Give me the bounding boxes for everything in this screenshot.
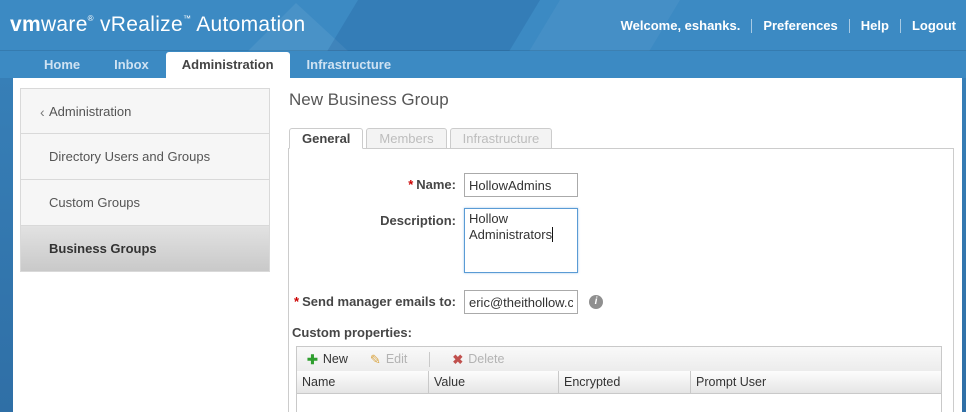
logo-suffix: Automation — [191, 13, 306, 36]
new-property-button[interactable]: ✚ New — [307, 352, 348, 366]
nav-tab-home[interactable]: Home — [27, 52, 97, 78]
sidebar-item-label: Directory Users and Groups — [49, 149, 211, 164]
page-title: New Business Group — [289, 90, 449, 109]
page-background: ‹ Administration Directory Users and Gro… — [0, 78, 966, 412]
welcome-text: Welcome, eshanks. — [620, 18, 741, 33]
sidebar-item-administration[interactable]: ‹ Administration — [20, 88, 270, 134]
custom-properties-table-body — [296, 394, 942, 412]
main-content: New Business Group General Members Infra… — [288, 78, 954, 412]
logo-ware: ware — [40, 13, 88, 36]
content-panel: ‹ Administration Directory Users and Gro… — [13, 78, 962, 412]
help-link[interactable]: Help — [861, 18, 889, 33]
column-header-value: Value — [429, 371, 559, 393]
link-separator — [899, 18, 901, 33]
registered-mark: ® — [87, 14, 94, 23]
text-caret — [552, 227, 553, 242]
sidebar-item-label: Custom Groups — [49, 195, 141, 210]
required-asterisk: * — [408, 177, 414, 192]
column-header-prompt-user: Prompt User — [696, 375, 767, 389]
logo-product: vRealize — [93, 13, 183, 36]
primary-nav: Home Inbox Administration Infrastructure — [27, 52, 408, 78]
edit-property-button[interactable]: ✎ Edit — [370, 352, 407, 366]
custom-properties-toolbar: ✚ New ✎ Edit ✖ Delete — [296, 346, 942, 372]
description-textarea[interactable]: Hollow Administrators — [464, 208, 578, 273]
name-label: * Name: — [408, 177, 456, 192]
tab-infrastructure[interactable]: Infrastructure — [449, 128, 553, 149]
logout-link[interactable]: Logout — [912, 18, 956, 33]
manager-emails-input[interactable] — [464, 290, 578, 314]
custom-properties-table-header: Name Value Encrypted Prompt User — [296, 371, 942, 394]
header-decor-band — [327, 0, 540, 51]
link-separator — [751, 18, 753, 33]
administration-sidebar: ‹ Administration Directory Users and Gro… — [20, 88, 270, 272]
info-icon[interactable]: i — [589, 295, 603, 309]
column-header-encrypted: Encrypted — [559, 371, 691, 393]
tab-members[interactable]: Members — [366, 128, 447, 149]
tab-general[interactable]: General — [289, 128, 364, 149]
logo-vm: vm — [10, 13, 41, 36]
description-label: Description: — [380, 213, 456, 228]
header-divider — [0, 50, 966, 51]
sidebar-item-directory-users-and-groups[interactable]: Directory Users and Groups — [20, 134, 270, 180]
preferences-link[interactable]: Preferences — [763, 18, 837, 33]
nav-tab-administration[interactable]: Administration — [165, 52, 290, 78]
custom-properties-label: Custom properties: — [292, 325, 412, 340]
general-tab-panel: *Name: Description: Hollow Administrator… — [288, 148, 954, 412]
manager-emails-label: * Send manager emails to: — [294, 294, 456, 309]
trademark-mark: ™ — [182, 14, 192, 23]
vmware-vrealize-logo: vmware® vRealize™ Automation — [10, 13, 305, 37]
pencil-icon: ✎ — [369, 351, 381, 367]
name-input[interactable] — [464, 173, 578, 197]
sidebar-item-business-groups[interactable]: Business Groups — [20, 226, 270, 272]
required-asterisk: * — [294, 294, 300, 309]
sidebar-item-label: Business Groups — [49, 241, 157, 256]
plus-icon: ✚ — [307, 351, 318, 367]
nav-tab-infrastructure[interactable]: Infrastructure — [290, 52, 409, 78]
user-links: Welcome, eshanks. Preferences Help Logou… — [621, 18, 956, 33]
sidebar-item-custom-groups[interactable]: Custom Groups — [20, 180, 270, 226]
nav-tab-inbox[interactable]: Inbox — [97, 52, 166, 78]
link-separator — [848, 18, 850, 33]
column-header-name: Name — [297, 371, 429, 393]
top-header: vmware® vRealize™ Automation Welcome, es… — [0, 0, 966, 78]
sidebar-item-label: Administration — [49, 104, 132, 119]
chevron-left-icon: ‹ — [40, 104, 45, 120]
toolbar-separator — [429, 351, 431, 367]
delete-property-button[interactable]: ✖ Delete — [452, 352, 504, 366]
vrealize-automation-screen: vmware® vRealize™ Automation Welcome, es… — [0, 0, 966, 412]
delete-x-icon: ✖ — [452, 351, 464, 367]
form-tabstrip: General Members Infrastructure — [289, 128, 555, 149]
